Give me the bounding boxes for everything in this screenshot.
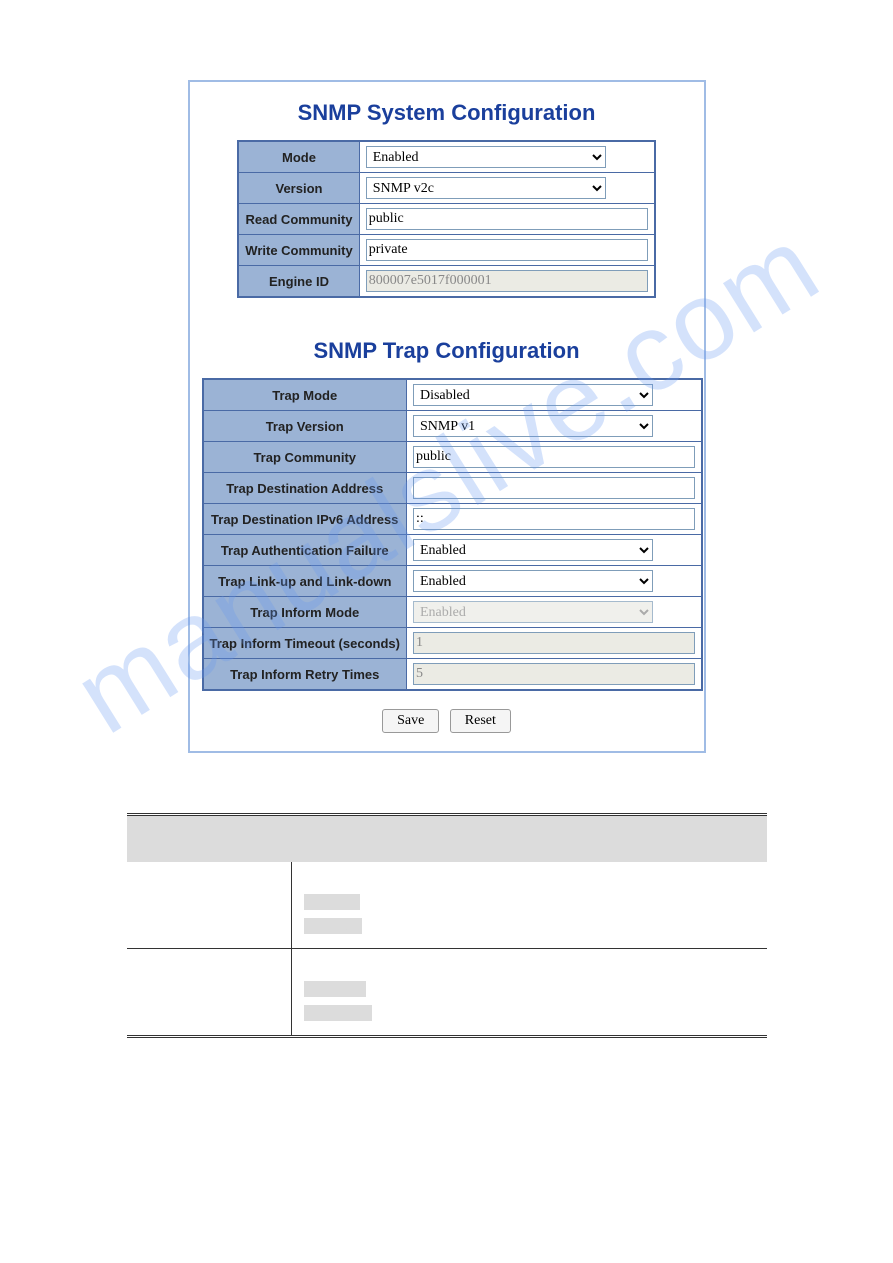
table-row: Trap Mode Disabled (203, 379, 702, 411)
trap-auth-fail-label: Trap Authentication Failure (203, 535, 407, 566)
desc-row: SNMP v1 SNMP v2c (127, 949, 767, 1037)
trap-inform-mode-select: Enabled (413, 601, 653, 623)
read-community-label: Read Community (238, 204, 359, 235)
table-row: Trap Inform Timeout (seconds) (203, 628, 702, 659)
table-row: Mode Enabled (238, 141, 654, 173)
trap-inform-mode-label: Trap Inform Mode (203, 597, 407, 628)
table-row: Trap Destination IPv6 Address (203, 504, 702, 535)
trap-community-input[interactable] (413, 446, 695, 468)
trap-inform-timeout-label: Trap Inform Timeout (seconds) (203, 628, 407, 659)
table-row: Trap Link-up and Link-down Enabled (203, 566, 702, 597)
description-table: Enabled Disabled SNMP v1 SNMP v2c (127, 813, 767, 1038)
table-row: Read Community (238, 204, 654, 235)
trap-config-table: Trap Mode Disabled Trap Version SNMP v1 … (202, 378, 703, 691)
mode-select[interactable]: Enabled (366, 146, 606, 168)
write-community-label: Write Community (238, 235, 359, 266)
reset-button[interactable]: Reset (450, 709, 511, 733)
trap-linkup-select[interactable]: Enabled (413, 570, 653, 592)
system-config-table: Mode Enabled Version SNMP v2c Read Commu… (237, 140, 655, 298)
trap-version-label: Trap Version (203, 411, 407, 442)
trap-dest-addr-input[interactable] (413, 477, 695, 499)
config-panel: SNMP System Configuration Mode Enabled V… (188, 80, 706, 753)
desc-tag: SNMP v2c (304, 1005, 372, 1021)
button-row: Save Reset (202, 709, 692, 733)
engine-id-label: Engine ID (238, 266, 359, 298)
trap-mode-select[interactable]: Disabled (413, 384, 653, 406)
trap-linkup-label: Trap Link-up and Link-down (203, 566, 407, 597)
table-row: Version SNMP v2c (238, 173, 654, 204)
engine-id-input (366, 270, 648, 292)
trap-community-label: Trap Community (203, 442, 407, 473)
trap-inform-timeout-input (413, 632, 695, 654)
desc-tag: SNMP v1 (304, 981, 366, 997)
trap-inform-retry-label: Trap Inform Retry Times (203, 659, 407, 691)
table-row: Trap Destination Address (203, 473, 702, 504)
trap-mode-label: Trap Mode (203, 379, 407, 411)
table-row: Engine ID (238, 266, 654, 298)
trap-config-title: SNMP Trap Configuration (202, 338, 692, 364)
desc-header-row (127, 815, 767, 863)
table-row: Write Community (238, 235, 654, 266)
desc-tag: Disabled (304, 918, 363, 934)
table-row: Trap Version SNMP v1 (203, 411, 702, 442)
trap-dest-ipv6-label: Trap Destination IPv6 Address (203, 504, 407, 535)
table-row: Trap Community (203, 442, 702, 473)
table-row: Trap Authentication Failure Enabled (203, 535, 702, 566)
version-label: Version (238, 173, 359, 204)
write-community-input[interactable] (366, 239, 648, 261)
table-row: Trap Inform Retry Times (203, 659, 702, 691)
trap-dest-ipv6-input[interactable] (413, 508, 695, 530)
mode-label: Mode (238, 141, 359, 173)
desc-row: Enabled Disabled (127, 862, 767, 949)
trap-auth-fail-select[interactable]: Enabled (413, 539, 653, 561)
read-community-input[interactable] (366, 208, 648, 230)
table-row: Trap Inform Mode Enabled (203, 597, 702, 628)
desc-tag: Enabled (304, 894, 360, 910)
save-button[interactable]: Save (382, 709, 439, 733)
trap-version-select[interactable]: SNMP v1 (413, 415, 653, 437)
system-config-title: SNMP System Configuration (202, 100, 692, 126)
version-select[interactable]: SNMP v2c (366, 177, 606, 199)
trap-inform-retry-input (413, 663, 695, 685)
trap-dest-addr-label: Trap Destination Address (203, 473, 407, 504)
